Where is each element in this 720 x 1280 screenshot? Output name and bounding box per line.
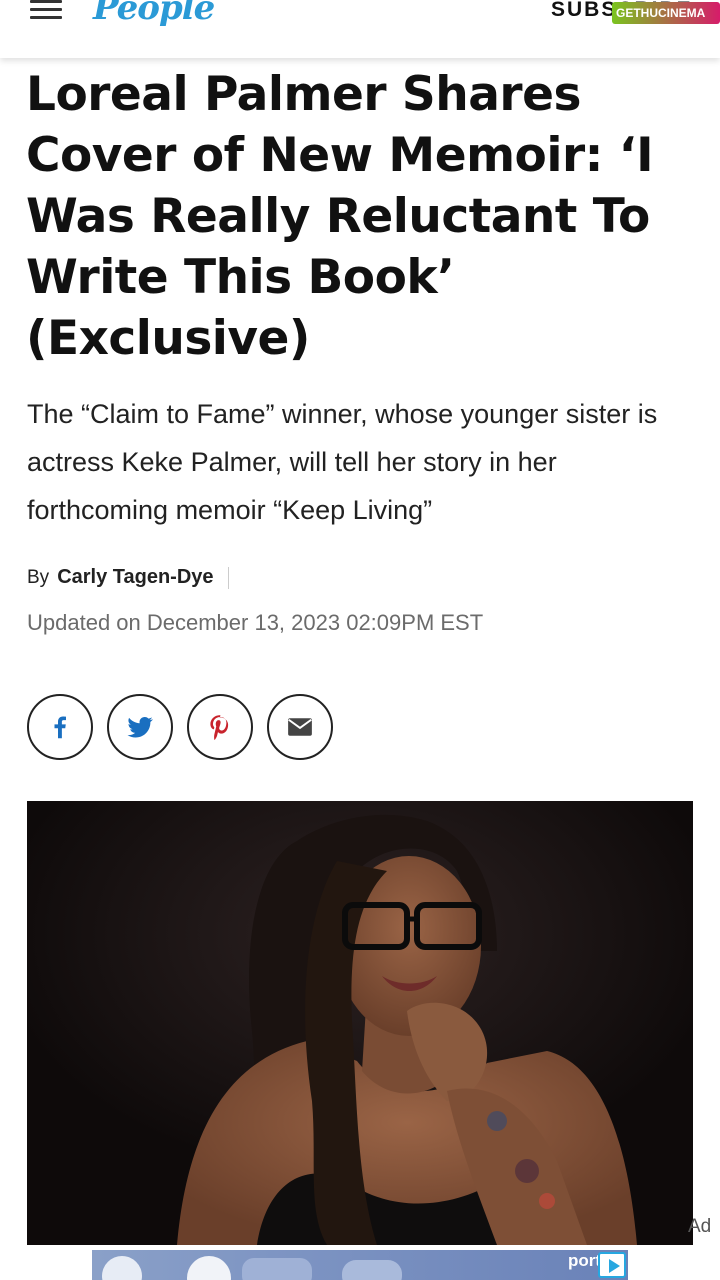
share-twitter-button[interactable] [107,694,173,760]
ad-brand-text: port [568,1251,602,1270]
article-hero-image [27,801,693,1245]
hamburger-menu-icon[interactable] [30,0,64,22]
article-headline: Loreal Palmer Shares Cover of New Memoir… [26,67,654,366]
article-dek: The “Claim to Fame” winner, whose younge… [27,399,658,525]
ad-shape [187,1256,231,1280]
ad-shape [242,1258,312,1280]
updated-date: Updated on December 13, 2023 02:09PM EST [27,610,484,635]
twitter-icon [127,716,153,738]
email-icon [288,718,312,736]
ad-label: Ad [688,1216,712,1237]
pinterest-icon [210,715,229,740]
portrait-illustration [27,801,693,1245]
facebook-icon [54,716,66,739]
byline: By Carly Tagen-Dye [27,566,229,589]
site-logo[interactable]: People [93,0,215,28]
ad-shape [342,1260,402,1280]
watermark-badge: GETHUCINEMA [612,2,720,24]
byline-divider [227,566,229,589]
share-facebook-button[interactable] [27,694,93,760]
top-nav-bar: People SUBSCRIBE GETHUCINEMA [0,0,720,58]
author-link[interactable]: Carly Tagen-Dye [57,566,213,588]
ad-banner[interactable] [92,1250,628,1280]
ad-shape [102,1256,142,1280]
share-pinterest-button[interactable] [187,694,253,760]
share-email-button[interactable] [267,694,333,760]
byline-label: By [27,567,50,588]
adchoices-icon[interactable] [598,1252,626,1278]
